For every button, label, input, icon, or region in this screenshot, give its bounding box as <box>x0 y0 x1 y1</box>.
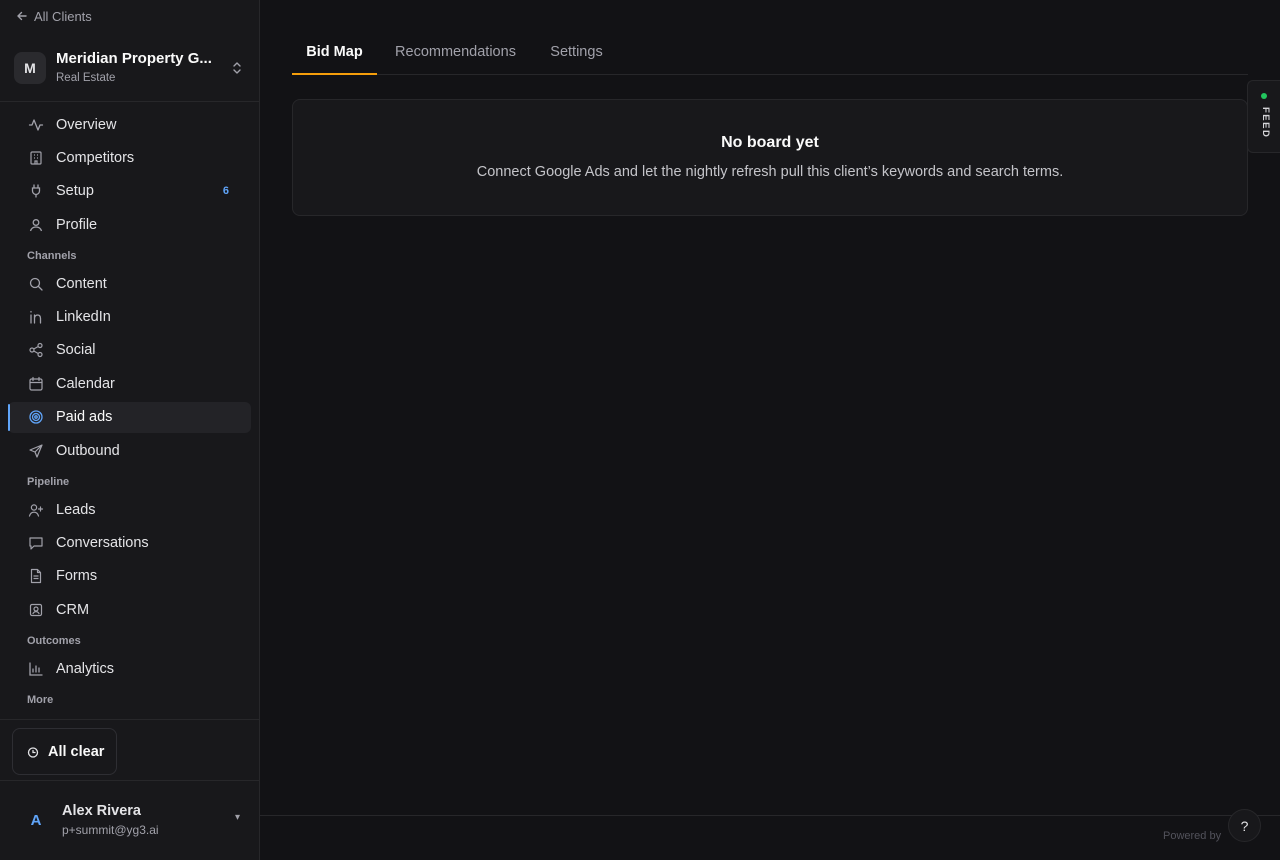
plug-icon <box>28 183 44 199</box>
sidebar-item-label: Forms <box>56 568 98 585</box>
status-button[interactable]: All clear <box>12 728 117 775</box>
sidebar-item-conversations[interactable]: Conversations <box>8 528 251 559</box>
section-label-pipeline: Pipeline <box>27 476 70 489</box>
sidebar-item-label: Paid ads <box>56 409 113 426</box>
divider <box>0 101 259 102</box>
empty-state-card: No board yet Connect Google Ads and let … <box>292 99 1248 216</box>
sidebar-item-analytics[interactable]: Analytics <box>8 653 251 684</box>
user-icon <box>28 217 44 233</box>
bar-chart-icon <box>28 661 44 677</box>
sidebar-item-label: Social <box>56 342 96 359</box>
tab-recommendations[interactable]: Recommendations <box>395 32 516 74</box>
sidebar: All Clients M Meridian Property G... Rea… <box>0 0 260 860</box>
section-label-channels: Channels <box>27 250 77 263</box>
sidebar-item-label: LinkedIn <box>56 309 111 326</box>
client-industry: Real Estate <box>56 72 116 84</box>
clock-icon <box>27 746 39 758</box>
sidebar-item-paid-ads[interactable]: Paid ads <box>8 401 251 433</box>
section-label-more: More <box>27 694 54 707</box>
page-tabs: Bid Map Recommendations Settings <box>292 32 1248 75</box>
contact-icon <box>28 602 44 618</box>
tab-bid-map[interactable]: Bid Map <box>292 32 377 75</box>
sidebar-item-leads[interactable]: Leads <box>8 494 251 525</box>
tab-settings[interactable]: Settings <box>550 32 603 74</box>
sidebar-item-label: Profile <box>56 216 98 233</box>
share-icon <box>28 342 44 358</box>
sidebar-item-overview[interactable]: Overview <box>8 109 251 140</box>
building-icon <box>28 150 44 166</box>
linkedin-icon <box>28 309 44 325</box>
user-menu[interactable]: A Alex Rivera p+summit@yg3.ai ▾ <box>20 800 248 840</box>
sidebar-item-label: Competitors <box>56 149 135 166</box>
setup-count-badge: 6 <box>222 185 229 198</box>
sidebar-item-label: Content <box>56 275 107 292</box>
sidebar-item-competitors[interactable]: Competitors <box>8 142 251 173</box>
sidebar-item-label: CRM <box>56 601 90 618</box>
chevron-up-down-icon <box>233 62 241 74</box>
send-icon <box>28 443 44 459</box>
sidebar-item-label: Outbound <box>56 442 120 459</box>
status-label: All clear <box>48 743 105 760</box>
user-name: Alex Rivera <box>62 802 141 819</box>
user-email: p+summit@yg3.ai <box>62 822 159 837</box>
calendar-icon <box>28 376 44 392</box>
target-icon <box>28 409 44 425</box>
sidebar-item-calendar[interactable]: Calendar <box>8 368 251 399</box>
back-link-label: All Clients <box>34 8 92 24</box>
client-name: Meridian Property G... <box>56 50 212 67</box>
message-icon <box>28 535 44 551</box>
sidebar-item-label: Leads <box>56 501 96 518</box>
sidebar-item-label: Overview <box>56 116 117 133</box>
status-dot <box>1261 93 1267 99</box>
sidebar-item-profile[interactable]: Profile <box>8 209 251 240</box>
search-icon <box>28 276 44 292</box>
sidebar-item-outbound[interactable]: Outbound <box>8 435 251 466</box>
divider <box>0 719 259 720</box>
sidebar-item-label: Conversations <box>56 535 149 552</box>
sidebar-item-crm[interactable]: CRM <box>8 594 251 625</box>
caret-down-icon: ▾ <box>234 812 240 823</box>
sidebar-item-label: Analytics <box>56 660 115 677</box>
activity-icon <box>28 117 44 133</box>
empty-state-title: No board yet <box>721 134 819 151</box>
back-to-clients-link[interactable]: All Clients <box>16 8 92 24</box>
client-switcher[interactable]: M Meridian Property G... Real Estate <box>14 50 246 86</box>
section-label-outcomes: Outcomes <box>27 635 81 648</box>
sidebar-item-linkedin[interactable]: LinkedIn <box>8 302 251 333</box>
file-text-icon <box>28 568 44 584</box>
feed-label: FEED <box>1260 107 1271 139</box>
feed-toggle[interactable]: FEED <box>1247 80 1280 153</box>
footer-divider <box>260 815 1280 816</box>
arrow-left-icon <box>17 11 27 21</box>
avatar: A <box>30 811 42 829</box>
empty-state-description: Connect Google Ads and let the nightly r… <box>476 164 1064 180</box>
sidebar-item-label: Setup <box>56 183 94 200</box>
sidebar-item-forms[interactable]: Forms <box>8 561 251 592</box>
divider <box>0 780 259 781</box>
client-avatar: M <box>14 52 46 84</box>
sidebar-item-setup[interactable]: Setup 6 <box>8 176 251 207</box>
user-plus-icon <box>28 502 44 518</box>
sidebar-nav: Overview Competitors Setup 6 Profile Cha… <box>0 109 259 719</box>
sidebar-item-content[interactable]: Content <box>8 268 251 299</box>
powered-by-text: Powered by <box>1163 830 1222 842</box>
sidebar-item-social[interactable]: Social <box>8 335 251 366</box>
help-button[interactable]: ? <box>1228 809 1261 842</box>
sidebar-item-label: Calendar <box>56 375 115 392</box>
